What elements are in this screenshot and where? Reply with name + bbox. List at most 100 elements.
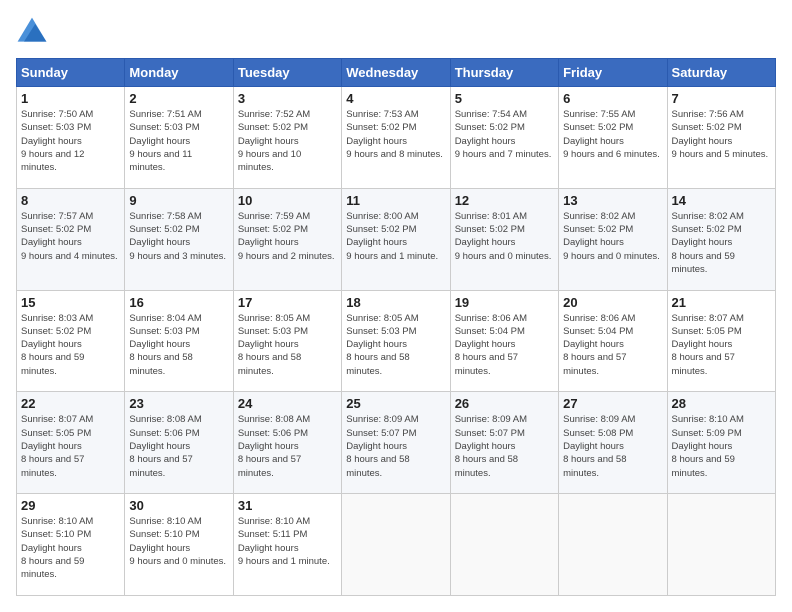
- day-number: 14: [672, 193, 771, 208]
- logo-icon: [16, 16, 48, 48]
- day-number: 20: [563, 295, 662, 310]
- day-number: 11: [346, 193, 445, 208]
- day-info: Sunrise: 8:09 AMSunset: 5:07 PMDaylight …: [455, 413, 554, 479]
- col-header-tuesday: Tuesday: [233, 59, 341, 87]
- calendar-cell: 28 Sunrise: 8:10 AMSunset: 5:09 PMDaylig…: [667, 392, 775, 494]
- calendar-cell: 4 Sunrise: 7:53 AMSunset: 5:02 PMDayligh…: [342, 87, 450, 189]
- day-info: Sunrise: 8:02 AMSunset: 5:02 PMDaylight …: [563, 210, 662, 263]
- day-info: Sunrise: 7:51 AMSunset: 5:03 PMDaylight …: [129, 108, 228, 174]
- day-info: Sunrise: 8:05 AMSunset: 5:03 PMDaylight …: [346, 312, 445, 378]
- calendar-table: SundayMondayTuesdayWednesdayThursdayFrid…: [16, 58, 776, 596]
- day-number: 1: [21, 91, 120, 106]
- calendar-cell: 10 Sunrise: 7:59 AMSunset: 5:02 PMDaylig…: [233, 188, 341, 290]
- calendar-cell: 21 Sunrise: 8:07 AMSunset: 5:05 PMDaylig…: [667, 290, 775, 392]
- day-info: Sunrise: 7:50 AMSunset: 5:03 PMDaylight …: [21, 108, 120, 174]
- day-number: 4: [346, 91, 445, 106]
- calendar-week-1: 1 Sunrise: 7:50 AMSunset: 5:03 PMDayligh…: [17, 87, 776, 189]
- calendar-cell: 8 Sunrise: 7:57 AMSunset: 5:02 PMDayligh…: [17, 188, 125, 290]
- calendar-week-5: 29 Sunrise: 8:10 AMSunset: 5:10 PMDaylig…: [17, 494, 776, 596]
- day-info: Sunrise: 8:04 AMSunset: 5:03 PMDaylight …: [129, 312, 228, 378]
- calendar-cell: 16 Sunrise: 8:04 AMSunset: 5:03 PMDaylig…: [125, 290, 233, 392]
- day-info: Sunrise: 8:08 AMSunset: 5:06 PMDaylight …: [238, 413, 337, 479]
- day-info: Sunrise: 8:01 AMSunset: 5:02 PMDaylight …: [455, 210, 554, 263]
- day-info: Sunrise: 8:07 AMSunset: 5:05 PMDaylight …: [672, 312, 771, 378]
- calendar-cell: 27 Sunrise: 8:09 AMSunset: 5:08 PMDaylig…: [559, 392, 667, 494]
- day-info: Sunrise: 7:55 AMSunset: 5:02 PMDaylight …: [563, 108, 662, 161]
- day-info: Sunrise: 8:09 AMSunset: 5:07 PMDaylight …: [346, 413, 445, 479]
- day-info: Sunrise: 8:10 AMSunset: 5:10 PMDaylight …: [21, 515, 120, 581]
- calendar-cell: [667, 494, 775, 596]
- page: SundayMondayTuesdayWednesdayThursdayFrid…: [0, 0, 792, 612]
- day-info: Sunrise: 7:52 AMSunset: 5:02 PMDaylight …: [238, 108, 337, 174]
- day-number: 5: [455, 91, 554, 106]
- day-number: 29: [21, 498, 120, 513]
- day-number: 17: [238, 295, 337, 310]
- calendar-cell: 11 Sunrise: 8:00 AMSunset: 5:02 PMDaylig…: [342, 188, 450, 290]
- calendar-cell: 2 Sunrise: 7:51 AMSunset: 5:03 PMDayligh…: [125, 87, 233, 189]
- day-info: Sunrise: 7:59 AMSunset: 5:02 PMDaylight …: [238, 210, 337, 263]
- calendar-cell: 13 Sunrise: 8:02 AMSunset: 5:02 PMDaylig…: [559, 188, 667, 290]
- day-number: 8: [21, 193, 120, 208]
- calendar-cell: 26 Sunrise: 8:09 AMSunset: 5:07 PMDaylig…: [450, 392, 558, 494]
- calendar-cell: 5 Sunrise: 7:54 AMSunset: 5:02 PMDayligh…: [450, 87, 558, 189]
- logo: [16, 16, 52, 48]
- day-number: 2: [129, 91, 228, 106]
- day-number: 28: [672, 396, 771, 411]
- day-info: Sunrise: 8:10 AMSunset: 5:10 PMDaylight …: [129, 515, 228, 568]
- day-number: 25: [346, 396, 445, 411]
- day-info: Sunrise: 7:58 AMSunset: 5:02 PMDaylight …: [129, 210, 228, 263]
- day-number: 23: [129, 396, 228, 411]
- calendar-cell: [450, 494, 558, 596]
- day-number: 21: [672, 295, 771, 310]
- calendar-cell: 18 Sunrise: 8:05 AMSunset: 5:03 PMDaylig…: [342, 290, 450, 392]
- calendar-week-2: 8 Sunrise: 7:57 AMSunset: 5:02 PMDayligh…: [17, 188, 776, 290]
- col-header-wednesday: Wednesday: [342, 59, 450, 87]
- calendar-cell: 15 Sunrise: 8:03 AMSunset: 5:02 PMDaylig…: [17, 290, 125, 392]
- day-number: 22: [21, 396, 120, 411]
- calendar-cell: [559, 494, 667, 596]
- calendar-cell: 30 Sunrise: 8:10 AMSunset: 5:10 PMDaylig…: [125, 494, 233, 596]
- day-number: 19: [455, 295, 554, 310]
- day-info: Sunrise: 8:08 AMSunset: 5:06 PMDaylight …: [129, 413, 228, 479]
- col-header-monday: Monday: [125, 59, 233, 87]
- day-info: Sunrise: 8:10 AMSunset: 5:09 PMDaylight …: [672, 413, 771, 479]
- calendar-cell: 1 Sunrise: 7:50 AMSunset: 5:03 PMDayligh…: [17, 87, 125, 189]
- day-info: Sunrise: 8:03 AMSunset: 5:02 PMDaylight …: [21, 312, 120, 378]
- day-info: Sunrise: 8:00 AMSunset: 5:02 PMDaylight …: [346, 210, 445, 263]
- day-number: 15: [21, 295, 120, 310]
- day-number: 27: [563, 396, 662, 411]
- calendar-cell: 7 Sunrise: 7:56 AMSunset: 5:02 PMDayligh…: [667, 87, 775, 189]
- day-number: 31: [238, 498, 337, 513]
- calendar-cell: [342, 494, 450, 596]
- calendar-cell: 9 Sunrise: 7:58 AMSunset: 5:02 PMDayligh…: [125, 188, 233, 290]
- day-number: 6: [563, 91, 662, 106]
- day-number: 30: [129, 498, 228, 513]
- col-header-saturday: Saturday: [667, 59, 775, 87]
- day-number: 12: [455, 193, 554, 208]
- day-info: Sunrise: 8:06 AMSunset: 5:04 PMDaylight …: [563, 312, 662, 378]
- day-info: Sunrise: 8:10 AMSunset: 5:11 PMDaylight …: [238, 515, 337, 568]
- calendar-cell: 17 Sunrise: 8:05 AMSunset: 5:03 PMDaylig…: [233, 290, 341, 392]
- day-info: Sunrise: 8:09 AMSunset: 5:08 PMDaylight …: [563, 413, 662, 479]
- col-header-sunday: Sunday: [17, 59, 125, 87]
- day-info: Sunrise: 7:56 AMSunset: 5:02 PMDaylight …: [672, 108, 771, 161]
- calendar-cell: 12 Sunrise: 8:01 AMSunset: 5:02 PMDaylig…: [450, 188, 558, 290]
- calendar-cell: 22 Sunrise: 8:07 AMSunset: 5:05 PMDaylig…: [17, 392, 125, 494]
- day-number: 16: [129, 295, 228, 310]
- day-number: 9: [129, 193, 228, 208]
- day-number: 13: [563, 193, 662, 208]
- day-info: Sunrise: 8:02 AMSunset: 5:02 PMDaylight …: [672, 210, 771, 276]
- calendar-cell: 20 Sunrise: 8:06 AMSunset: 5:04 PMDaylig…: [559, 290, 667, 392]
- day-number: 7: [672, 91, 771, 106]
- day-info: Sunrise: 7:54 AMSunset: 5:02 PMDaylight …: [455, 108, 554, 161]
- calendar-cell: 25 Sunrise: 8:09 AMSunset: 5:07 PMDaylig…: [342, 392, 450, 494]
- day-info: Sunrise: 8:05 AMSunset: 5:03 PMDaylight …: [238, 312, 337, 378]
- calendar-week-3: 15 Sunrise: 8:03 AMSunset: 5:02 PMDaylig…: [17, 290, 776, 392]
- day-info: Sunrise: 8:07 AMSunset: 5:05 PMDaylight …: [21, 413, 120, 479]
- day-info: Sunrise: 7:53 AMSunset: 5:02 PMDaylight …: [346, 108, 445, 161]
- day-number: 26: [455, 396, 554, 411]
- calendar-cell: 14 Sunrise: 8:02 AMSunset: 5:02 PMDaylig…: [667, 188, 775, 290]
- calendar-cell: 6 Sunrise: 7:55 AMSunset: 5:02 PMDayligh…: [559, 87, 667, 189]
- day-number: 18: [346, 295, 445, 310]
- day-number: 10: [238, 193, 337, 208]
